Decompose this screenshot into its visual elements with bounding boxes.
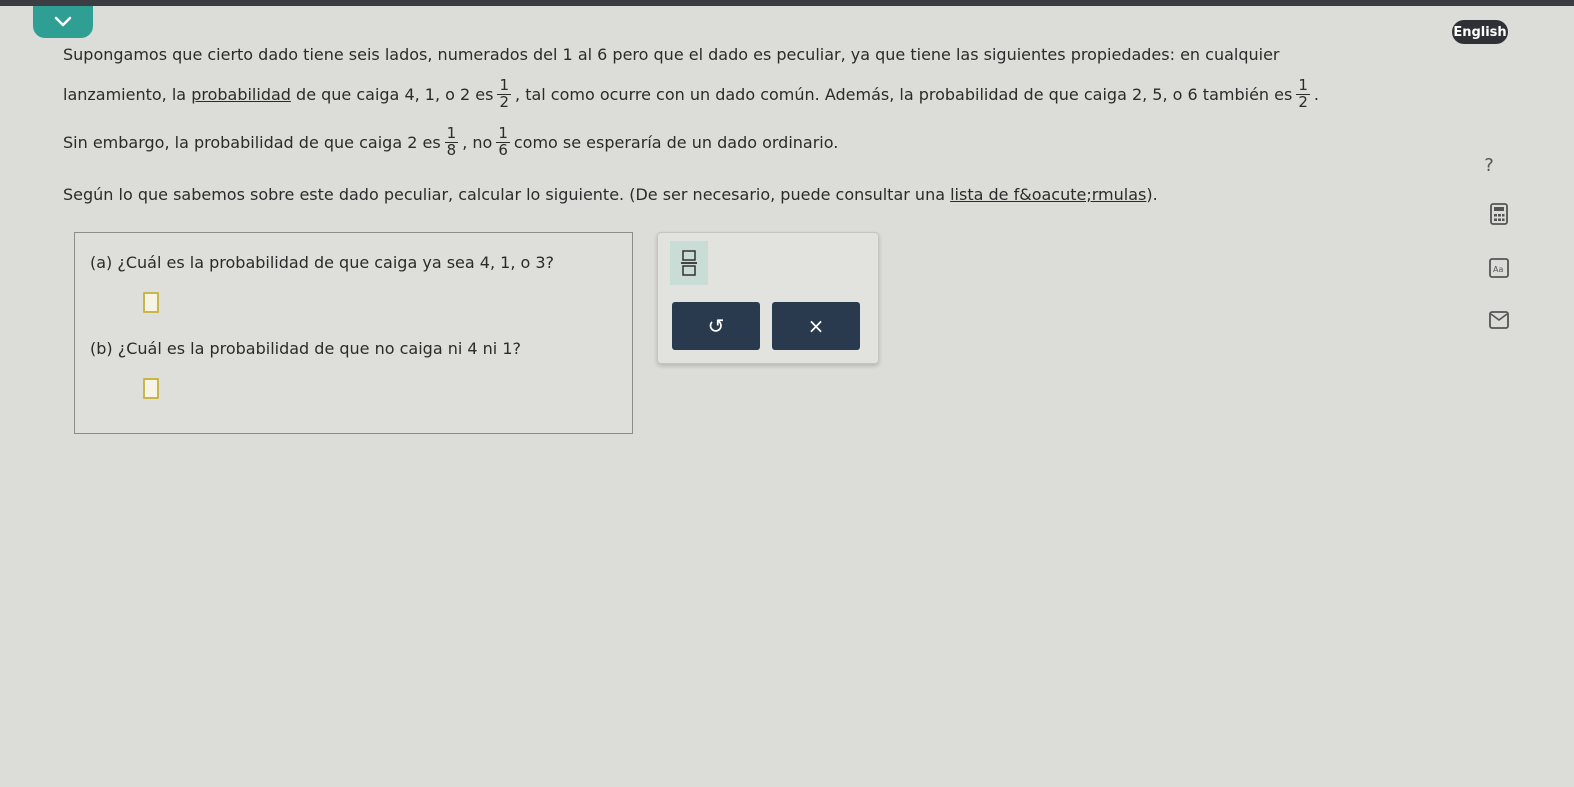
fraction-one-half: 1 2 — [1296, 76, 1310, 111]
answer-input-b[interactable] — [143, 378, 159, 399]
svg-text:Aa: Aa — [1493, 265, 1503, 274]
problem-text: Supongamos que cierto dado tiene seis la… — [63, 45, 1280, 64]
clear-button[interactable]: × — [772, 302, 860, 350]
fraction-icon — [681, 250, 697, 276]
problem-text: , no — [462, 132, 493, 152]
textbook-icon[interactable]: Aa — [1488, 257, 1510, 279]
problem-text: Según lo que sabemos sobre este dado pec… — [63, 185, 946, 204]
fraction-one-eighth: 1 8 — [444, 124, 459, 159]
question-a-label: (a) ¿Cuál es la probabilidad de que caig… — [90, 253, 555, 272]
problem-text: como se esperaría de un dado ordinario. — [513, 132, 839, 152]
question-b-label: (b) ¿Cuál es la probabilidad de que no c… — [90, 339, 521, 358]
calculator-icon[interactable] — [1488, 203, 1510, 225]
problem-text: lanzamiento, la — [63, 84, 187, 104]
problem-text: Sin embargo, la probabilidad de que caig… — [63, 132, 441, 152]
fraction-template-button[interactable] — [670, 241, 708, 285]
problem-text: de que caiga 4, 1, o 2 es — [296, 84, 494, 104]
formula-list-link[interactable]: lista de f&oacute;rmulas — [950, 185, 1146, 204]
fraction-one-half: 1 2 — [497, 76, 512, 111]
problem-line-4: Según lo que sabemos sobre este dado pec… — [63, 185, 1158, 204]
undo-button[interactable]: ↺ — [672, 302, 760, 350]
undo-icon: ↺ — [707, 314, 725, 338]
help-icon: ? — [1484, 154, 1494, 176]
collapse-tab[interactable] — [33, 6, 93, 38]
message-icon[interactable] — [1488, 309, 1510, 331]
help-button[interactable]: ? — [1476, 152, 1502, 178]
period: . — [1313, 84, 1319, 104]
clear-icon: × — [807, 314, 825, 338]
problem-text: ). — [1146, 185, 1158, 204]
answer-input-a[interactable] — [143, 292, 159, 313]
problem-text: , tal como ocurre con un dado común. Ade… — [515, 84, 1293, 104]
chevron-down-icon — [54, 16, 72, 27]
problem-line-2: lanzamiento, la probabilidad de que caig… — [63, 76, 1319, 111]
probability-link[interactable]: probabilidad — [191, 85, 291, 104]
top-bar — [0, 0, 1574, 6]
fraction-one-sixth: 1 6 — [496, 124, 510, 159]
math-tool-panel: ↺ × — [657, 232, 879, 364]
problem-line-3: Sin embargo, la probabilidad de que caig… — [63, 124, 839, 159]
language-button[interactable]: English — [1452, 20, 1508, 44]
problem-line-1: Supongamos que cierto dado tiene seis la… — [63, 45, 1280, 64]
